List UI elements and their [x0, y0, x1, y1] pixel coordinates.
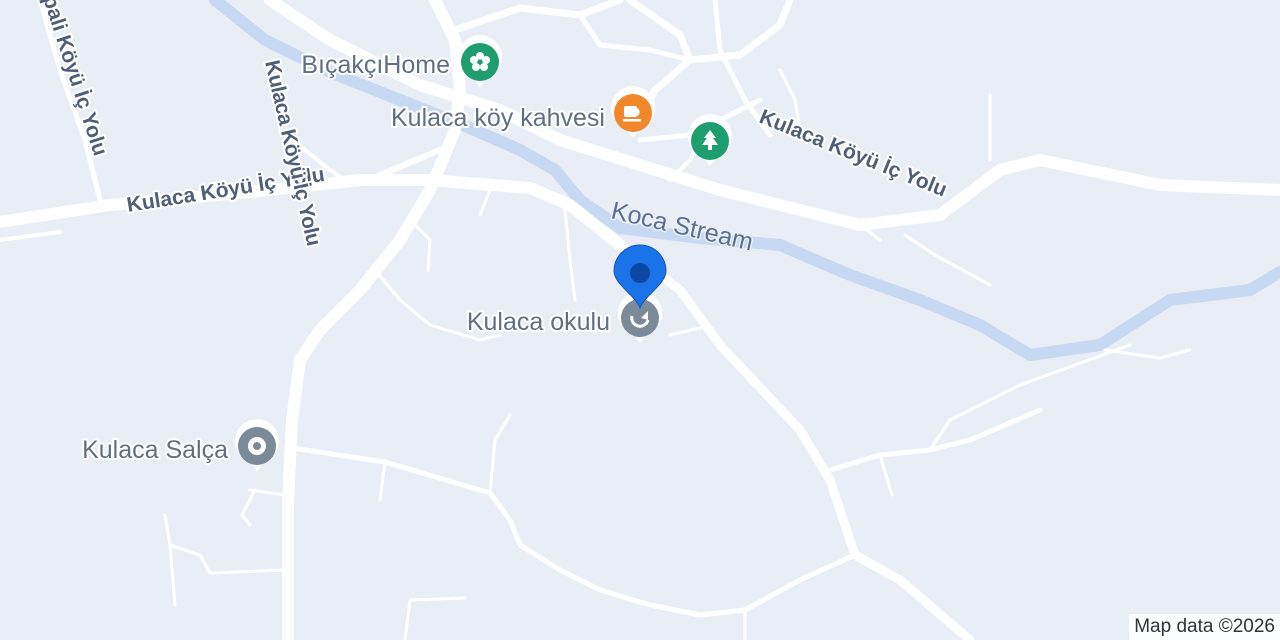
poi-label-salca: Kulaca Salça	[82, 436, 228, 464]
map-attribution: Map data ©2026	[1129, 614, 1280, 640]
poi-label-okulu: Kulaca okulu	[467, 308, 610, 336]
poi-label-kahvesi: Kulaca köy kahvesi	[391, 104, 605, 132]
map-canvas[interactable]: Kulaca Köyü İç Yolu Kulaca Köyü İç Yolu …	[0, 0, 1280, 640]
poi-label-bicakcihome: BıçakçıHome	[301, 51, 450, 79]
